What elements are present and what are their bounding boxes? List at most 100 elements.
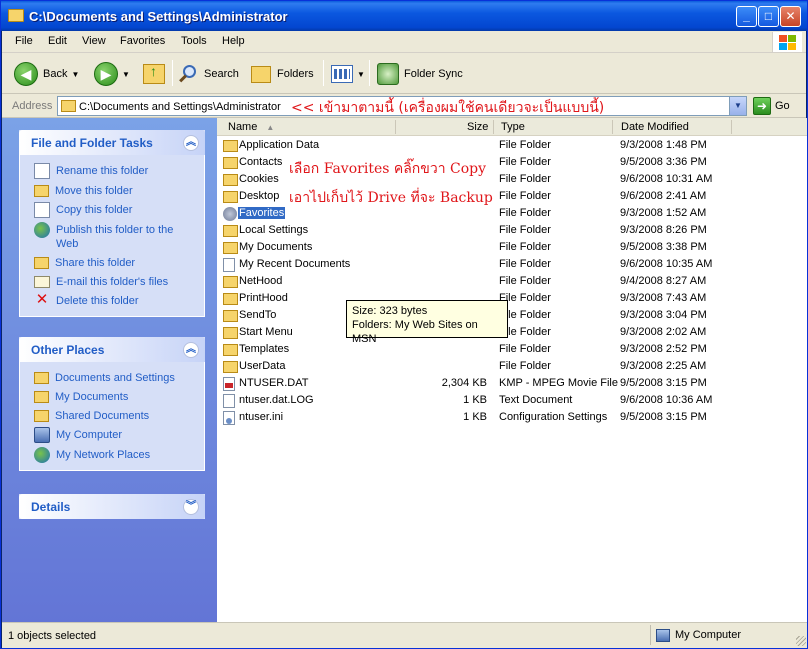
collapse-chevron-icon[interactable]: ︽: [183, 135, 199, 151]
file-type: File Folder: [499, 139, 551, 151]
file-row[interactable]: My Recent Documents File Folder 9/6/2008 1…: [217, 256, 807, 273]
back-button[interactable]: ◀ Back ▼: [14, 60, 79, 88]
file-type: File Folder: [499, 275, 551, 287]
file-date-modified: 9/5/2008 3:36 PM: [620, 156, 707, 168]
minimize-button[interactable]: _: [736, 6, 757, 27]
views-button[interactable]: ▼: [331, 60, 365, 88]
file-row[interactable]: NetHood File Folder 9/4/2008 8:27 AM: [217, 273, 807, 290]
menu-view[interactable]: View: [82, 35, 106, 47]
place-documents-and-settings[interactable]: Documents and Settings: [34, 370, 196, 385]
file-date-modified: 9/5/2008 3:15 PM: [620, 377, 707, 389]
close-button[interactable]: ✕: [780, 6, 801, 27]
window-title: C:\Documents and Settings\Administrator: [29, 9, 288, 24]
move-folder-icon: [34, 185, 49, 197]
file-name: ntuser.ini: [239, 411, 284, 423]
file-row[interactable]: Local Settings File Folder 9/3/2008 8:26 P…: [217, 222, 807, 239]
task-copy-folder[interactable]: Copy this folder: [34, 202, 196, 218]
file-date-modified: 9/6/2008 10:31 AM: [620, 173, 713, 185]
task-publish-web[interactable]: Publish this folder to the Web: [34, 222, 196, 251]
file-row[interactable]: NTUSER.DAT 2,304 KB KMP - MPEG Movie File 9…: [217, 375, 807, 392]
expand-chevron-icon[interactable]: ︾: [183, 499, 199, 515]
address-input[interactable]: C:\Documents and Settings\Administrator …: [57, 96, 747, 116]
folders-icon: [251, 65, 271, 83]
folder-sync-button[interactable]: Folder Sync: [377, 60, 463, 88]
panel-title: Details: [31, 500, 71, 514]
task-delete-folder[interactable]: ✕ Delete this folder: [34, 292, 196, 309]
file-row[interactable]: PrintHood File Folder 9/3/2008 7:43 AM: [217, 290, 807, 307]
file-type: File Folder: [499, 343, 551, 355]
place-my-documents[interactable]: My Documents: [34, 389, 196, 404]
search-button[interactable]: Search: [178, 60, 239, 88]
windows-logo-icon: [772, 32, 802, 52]
file-name: Templates: [239, 343, 290, 355]
file-folder-tasks-header[interactable]: File and Folder Tasks ︽: [19, 130, 205, 155]
details-header[interactable]: Details ︾: [19, 494, 205, 519]
file-row[interactable]: My Documents File Folder 9/5/2008 3:38 PM: [217, 239, 807, 256]
go-button[interactable]: ➜ Go: [753, 97, 790, 115]
file-row[interactable]: Templates File Folder 9/3/2008 2:52 PM: [217, 341, 807, 358]
task-rename-folder[interactable]: Rename this folder: [34, 163, 196, 179]
other-places-panel: Other Places ︽ Documents and Settings My…: [19, 337, 205, 471]
place-my-computer[interactable]: My Computer: [34, 427, 196, 443]
file-type: File Folder: [499, 190, 551, 202]
menu-edit[interactable]: Edit: [48, 35, 67, 47]
folder-icon: [223, 242, 238, 254]
file-date-modified: 9/5/2008 3:38 PM: [620, 241, 707, 253]
back-arrow-icon: ◀: [14, 62, 38, 86]
file-row[interactable]: ntuser.dat.LOG 1 KB Text Document 9/6/2008 …: [217, 392, 807, 409]
menu-favorites[interactable]: Favorites: [120, 35, 165, 47]
file-row[interactable]: SendTo File Folder 9/3/2008 3:04 PM: [217, 307, 807, 324]
file-name: SendTo: [239, 309, 277, 321]
file-row[interactable]: Application Data File Folder 9/3/2008 1:48…: [217, 137, 807, 154]
document-icon: [223, 394, 235, 408]
column-header-date-modified[interactable]: Date Modified: [621, 121, 689, 133]
title-bar[interactable]: C:\Documents and Settings\Administrator …: [1, 1, 807, 31]
column-header-type[interactable]: Type: [501, 121, 525, 133]
maximize-button[interactable]: □: [758, 6, 779, 27]
toolbar-separator: [369, 60, 370, 86]
task-email-files[interactable]: E-mail this folder's files: [34, 274, 196, 289]
column-header-name[interactable]: Name ▲: [228, 121, 274, 133]
folder-icon: [223, 191, 238, 203]
folders-button[interactable]: Folders: [251, 60, 314, 88]
menu-tools[interactable]: Tools: [181, 35, 207, 47]
other-places-header[interactable]: Other Places ︽: [19, 337, 205, 362]
instruction-annotation-line1: เลือก Favorites คลิ๊กขวา Copy: [289, 161, 487, 177]
folders-label: Folders: [277, 68, 314, 80]
column-divider[interactable]: [395, 120, 396, 134]
file-row[interactable]: ntuser.ini 1 KB Configuration Settings 9/5/…: [217, 409, 807, 426]
file-list: Name ▲ Size Type Date Modified Applicati…: [217, 118, 807, 622]
menu-help[interactable]: Help: [222, 35, 245, 47]
resize-grip[interactable]: [796, 636, 806, 646]
file-date-modified: 9/3/2008 2:02 AM: [620, 326, 707, 338]
column-header-size[interactable]: Size: [467, 121, 488, 133]
forward-button[interactable]: ▶ ▼: [94, 60, 130, 88]
chevron-down-icon: ▼: [357, 69, 365, 79]
column-divider[interactable]: [731, 120, 732, 134]
task-share-folder[interactable]: Share this folder: [34, 255, 196, 270]
address-dropdown-button[interactable]: ▼: [729, 97, 746, 115]
place-shared-documents[interactable]: Shared Documents: [34, 408, 196, 423]
toolbar-separator: [323, 60, 324, 86]
file-row[interactable]: UserData File Folder 9/3/2008 2:25 AM: [217, 358, 807, 375]
up-folder-button[interactable]: ↑: [143, 60, 165, 88]
file-type: File Folder: [499, 258, 551, 270]
folder-icon: [34, 372, 49, 384]
panel-title: File and Folder Tasks: [31, 136, 153, 150]
instruction-annotation-line2: เอาไปเก็บไว้ Drive ที่จะ Backup: [289, 190, 493, 206]
status-zone: My Computer: [650, 625, 802, 645]
copy-folder-icon: [34, 202, 50, 218]
file-date-modified: 9/3/2008 7:43 AM: [620, 292, 707, 304]
file-row[interactable]: Start Menu File Folder 9/3/2008 2:02 AM: [217, 324, 807, 341]
menu-file[interactable]: File: [15, 35, 33, 47]
task-move-folder[interactable]: Move this folder: [34, 183, 196, 198]
column-divider[interactable]: [493, 120, 494, 134]
up-folder-icon: ↑: [143, 63, 165, 84]
place-my-network-places[interactable]: My Network Places: [34, 447, 196, 463]
column-divider[interactable]: [612, 120, 613, 134]
collapse-chevron-icon[interactable]: ︽: [183, 342, 199, 358]
file-type: File Folder: [499, 156, 551, 168]
views-icon: [331, 65, 353, 83]
folder-icon: [34, 410, 49, 422]
folder-icon: [223, 327, 238, 339]
